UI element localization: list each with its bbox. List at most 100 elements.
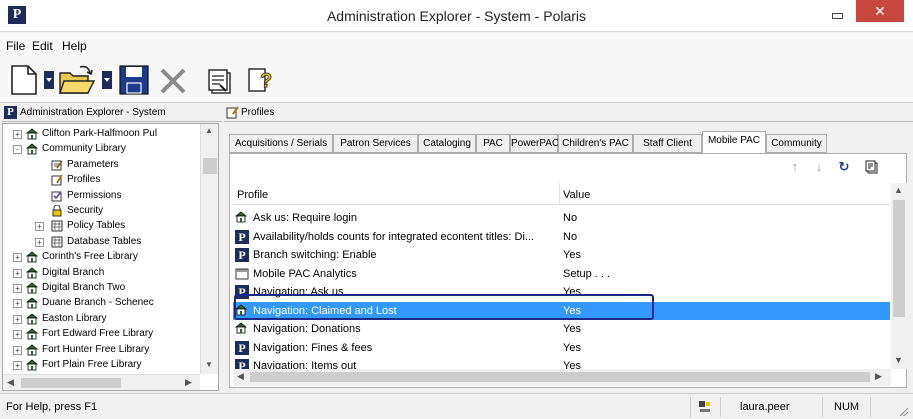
- expand-icon[interactable]: +: [13, 268, 22, 278]
- profile-name: Availability/holds counts for integrated…: [253, 230, 535, 243]
- library-icon: [26, 251, 38, 263]
- menu-edit[interactable]: Edit: [32, 39, 53, 53]
- profiles-grid[interactable]: Profile Value Ask us: Require login No P Av…: [233, 183, 890, 369]
- grid-horizontal-scrollbar[interactable]: ◀ ▶: [233, 369, 891, 386]
- profile-value: No: [563, 230, 578, 243]
- library-icon: [235, 322, 249, 336]
- tree-hscroll-thumb[interactable]: [21, 378, 121, 388]
- profile-name: Ask us: Require login: [253, 212, 357, 224]
- menu-file[interactable]: File: [6, 39, 25, 53]
- scroll-up-arrow-icon[interactable]: ▲: [205, 126, 213, 135]
- save-icon[interactable]: [118, 64, 150, 96]
- profile-value: Setup . . .: [563, 267, 611, 280]
- grid-hscroll-thumb[interactable]: [250, 372, 870, 382]
- tree-vertical-scrollbar[interactable]: ▲ ▼: [200, 124, 218, 374]
- tab-powerpac[interactable]: PowerPAC: [510, 134, 559, 153]
- profiles-panel: ↑ ↓ ↻ Profile Value Ask us: Require logi…: [229, 153, 907, 388]
- tree-scroll-thumb[interactable]: [203, 158, 217, 174]
- tree-item-label: Fort Plain Free Library: [42, 359, 142, 370]
- tab-children-s-pac[interactable]: Children's PAC: [558, 134, 633, 153]
- collapse-icon[interactable]: -: [13, 145, 22, 155]
- title-bar: P Administration Explorer - System - Pol…: [0, 0, 913, 32]
- tree-horizontal-scrollbar[interactable]: ◀ ▶: [3, 374, 200, 390]
- profile-name: Branch switching: Enable: [253, 249, 377, 261]
- tab-staff-client[interactable]: Staff Client: [633, 134, 702, 153]
- tree-item-label: Fort Hunter Free Library: [42, 343, 150, 355]
- column-header-value[interactable]: Value: [563, 189, 590, 201]
- tab-patron-services[interactable]: Patron Services: [333, 134, 418, 153]
- profiles-icon: [51, 174, 63, 186]
- new-document-icon[interactable]: [6, 63, 40, 97]
- close-button[interactable]: ✕: [856, 0, 904, 22]
- profiles-header: Profiles: [224, 104, 913, 122]
- explorer-tree[interactable]: + Clifton Park-Halfmoon Pul - Community Lib…: [2, 123, 219, 391]
- profile-row[interactable]: Ask us: Require login No: [233, 209, 890, 227]
- open-folder-icon[interactable]: [58, 63, 96, 97]
- polaris-p-icon: P: [235, 340, 249, 355]
- permissions-icon: [51, 190, 63, 202]
- tab-mobile-pac[interactable]: Mobile PAC: [702, 131, 766, 154]
- profile-row[interactable]: P Availability/holds counts for integrate…: [233, 228, 890, 246]
- profile-row[interactable]: Navigation: Donations Yes: [233, 320, 890, 338]
- status-help-text: For Help, press F1: [6, 401, 98, 413]
- menu-help[interactable]: Help: [62, 39, 87, 53]
- table-icon: [51, 220, 63, 232]
- refresh-icon[interactable]: ↻: [837, 160, 851, 174]
- move-up-arrow-icon[interactable]: ↑: [788, 160, 802, 174]
- tab-pac[interactable]: PAC: [476, 134, 510, 153]
- user-icon: [699, 401, 710, 412]
- grid-scroll-left-icon[interactable]: ◀: [237, 371, 244, 382]
- tree-item-label: Clifton Park-Halfmoon Pul: [42, 128, 158, 139]
- expand-icon[interactable]: +: [13, 330, 22, 340]
- scroll-left-arrow-icon[interactable]: ◀: [7, 377, 14, 388]
- grid-scroll-thumb[interactable]: [893, 200, 905, 317]
- column-header-profile[interactable]: Profile: [237, 189, 268, 201]
- expand-icon[interactable]: +: [13, 314, 22, 324]
- expand-icon[interactable]: +: [13, 299, 22, 309]
- profile-row[interactable]: P Branch switching: Enable Yes: [233, 246, 890, 264]
- profile-row[interactable]: Mobile PAC Analytics Setup . . .: [233, 265, 890, 283]
- polaris-p-icon: P: [235, 248, 249, 262]
- minimize-button[interactable]: [824, 4, 848, 24]
- analytics-icon: [235, 267, 249, 281]
- profile-value: No: [563, 212, 578, 224]
- tree-item-label: Digital Branch Two: [42, 282, 126, 293]
- expand-icon[interactable]: +: [13, 284, 22, 293]
- profile-row[interactable]: P Navigation: Items out Yes: [233, 357, 890, 369]
- window-title: Administration Explorer - System - Polar…: [326, 8, 587, 24]
- open-dropdown-chevron-icon[interactable]: [102, 71, 112, 89]
- expand-icon[interactable]: +: [13, 361, 22, 370]
- move-down-arrow-icon[interactable]: ↓: [812, 160, 826, 174]
- profile-row[interactable]: P Navigation: Fines & fees Yes: [233, 339, 890, 357]
- profile-name: Navigation: Fines & fees: [253, 341, 373, 354]
- table-icon: [51, 236, 63, 248]
- new-dropdown-chevron-icon[interactable]: [44, 71, 54, 89]
- expand-icon[interactable]: +: [13, 130, 22, 139]
- properties-icon[interactable]: [206, 67, 234, 95]
- expand-icon[interactable]: +: [13, 345, 22, 355]
- grid-vertical-scrollbar[interactable]: ▲ ▼: [891, 183, 907, 369]
- scroll-down-arrow-icon[interactable]: ▼: [205, 360, 213, 369]
- properties-small-icon[interactable]: [865, 160, 879, 174]
- whats-this-help-icon[interactable]: ?: [246, 65, 276, 95]
- polaris-p-icon: P: [235, 229, 249, 244]
- grid-scroll-down-icon[interactable]: ▼: [894, 355, 903, 365]
- profile-name: Navigation: Items out: [253, 360, 357, 369]
- delete-icon[interactable]: [158, 66, 188, 96]
- tab-acquisitions-serials[interactable]: Acquisitions / Serials: [229, 134, 333, 153]
- tree-header: P Administration Explorer - System: [2, 104, 222, 122]
- tab-community[interactable]: Community: [766, 134, 827, 153]
- expand-icon[interactable]: +: [13, 253, 22, 263]
- tree-item-label: Security: [67, 205, 104, 216]
- resize-grip-icon[interactable]: [898, 406, 910, 418]
- profile-value: Yes: [563, 341, 581, 354]
- grid-scroll-right-icon[interactable]: ▶: [875, 371, 882, 382]
- expand-icon[interactable]: +: [35, 222, 44, 232]
- tree-item-label: Permissions: [67, 189, 122, 201]
- tree-header-label: Administration Explorer - System: [20, 107, 166, 118]
- scroll-right-arrow-icon[interactable]: ▶: [185, 377, 192, 388]
- grid-scroll-up-icon[interactable]: ▲: [894, 185, 903, 195]
- polaris-p-icon: P: [235, 359, 249, 369]
- tab-cataloging[interactable]: Cataloging: [418, 134, 476, 153]
- expand-icon[interactable]: +: [35, 237, 44, 247]
